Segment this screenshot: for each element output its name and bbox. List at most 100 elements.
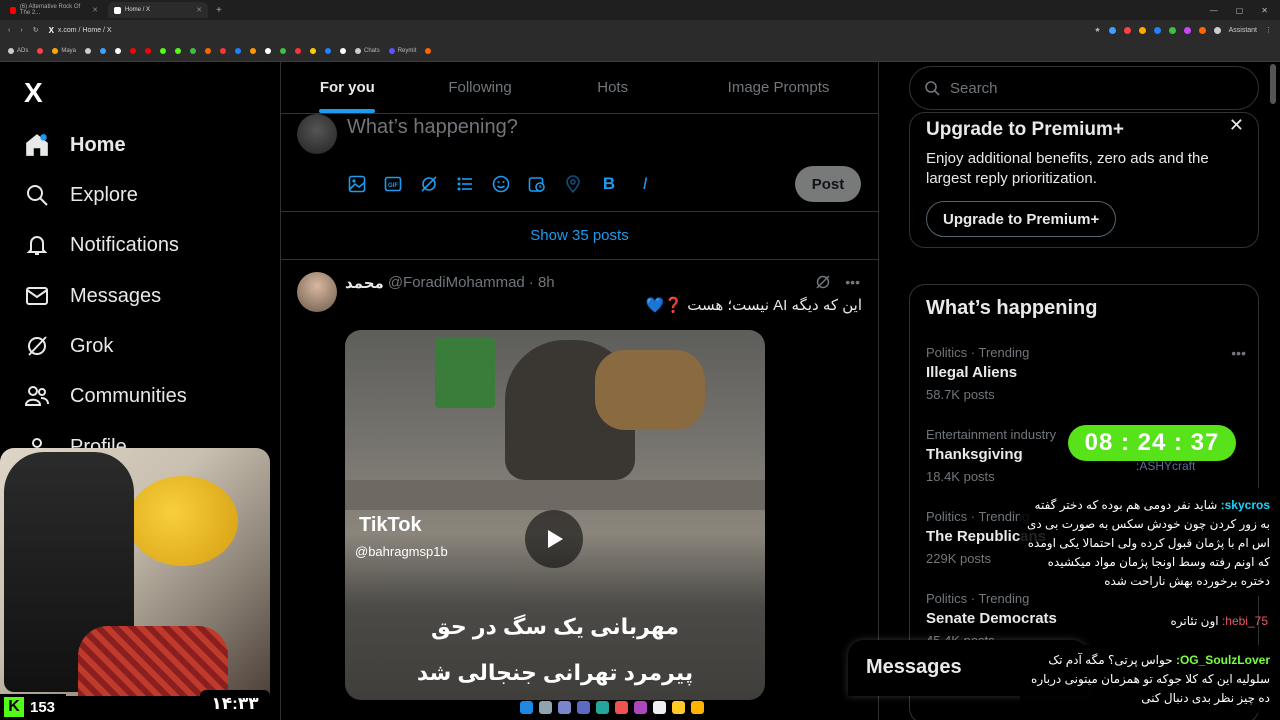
bookmark-item[interactable] — [250, 47, 257, 54]
bookmark-item[interactable] — [190, 47, 197, 54]
tab-following[interactable]: Following — [414, 62, 547, 113]
location-icon[interactable] — [563, 174, 583, 194]
close-tab-icon[interactable]: ✕ — [196, 6, 202, 14]
bookmark-item[interactable]: ADs — [8, 47, 28, 54]
extension-icon[interactable] — [1138, 26, 1146, 34]
assistant-button[interactable]: Assistant — [1229, 27, 1257, 34]
extension-icon[interactable] — [1108, 26, 1116, 34]
bookmark-item[interactable] — [295, 47, 302, 54]
taskbar-app-icon[interactable] — [634, 701, 647, 714]
more-options-icon[interactable]: ••• — [1231, 345, 1246, 361]
bookmark-item[interactable] — [205, 47, 212, 54]
tweet[interactable]: محمد @ForadiMohammad · 8h ••• این که دیگ… — [281, 260, 878, 720]
bookmark-item[interactable] — [325, 47, 332, 54]
bookmark-item[interactable] — [340, 47, 347, 54]
taskbar-app-icon[interactable] — [653, 701, 666, 714]
tweet-time[interactable]: · 8h — [529, 274, 555, 292]
page-scrollbar[interactable] — [1270, 64, 1276, 104]
bookmark-item[interactable] — [160, 47, 167, 54]
extension-icon[interactable] — [1168, 26, 1176, 34]
maximize-icon[interactable]: ▢ — [1236, 6, 1244, 15]
more-options-icon[interactable]: ••• — [845, 274, 860, 293]
bookmark-item[interactable] — [235, 47, 242, 54]
grok-icon[interactable] — [419, 174, 439, 194]
bookmark-favicon-icon — [388, 47, 395, 54]
folder-icon[interactable] — [691, 701, 704, 714]
taskbar-app-icon[interactable] — [596, 701, 609, 714]
close-icon[interactable]: ✕ — [1229, 115, 1244, 136]
upgrade-premium-button[interactable]: Upgrade to Premium+ — [926, 201, 1117, 237]
bookmark-item[interactable] — [130, 47, 137, 54]
new-tab-button[interactable]: + — [212, 5, 226, 16]
bookmark-star-icon[interactable]: ★ — [1094, 26, 1100, 34]
gif-icon[interactable]: GIF — [383, 174, 403, 194]
close-tab-icon[interactable]: ✕ — [92, 6, 98, 14]
minimize-icon[interactable]: — — [1210, 6, 1218, 15]
bookmark-item[interactable] — [175, 47, 182, 54]
emoji-icon[interactable] — [491, 174, 511, 194]
windows-start-icon[interactable] — [520, 701, 533, 714]
taskbar-app-icon[interactable] — [558, 701, 571, 714]
tweet-author-handle[interactable]: @ForadiMohammad — [388, 274, 525, 292]
tweet-video[interactable]: TikTok @bahragmsp1b مهربانی یک سگ در حق … — [345, 330, 765, 700]
taskbar-app-icon[interactable] — [539, 701, 552, 714]
taskbar-app-icon[interactable] — [577, 701, 590, 714]
bookmark-item[interactable] — [425, 47, 432, 54]
url-field[interactable]: X x.com / Home / X — [49, 26, 112, 35]
bookmark-item[interactable] — [85, 47, 92, 54]
bookmark-item[interactable]: Maya — [52, 47, 76, 54]
compose-input[interactable]: What’s happening? — [347, 116, 518, 139]
italic-icon[interactable]: I — [635, 174, 655, 194]
bookmark-item[interactable]: Reymit — [388, 47, 416, 54]
taskbar-app-icon[interactable] — [615, 701, 628, 714]
poll-icon[interactable] — [455, 174, 475, 194]
extension-icon[interactable] — [1183, 26, 1191, 34]
bookmark-label: Chats — [364, 47, 380, 54]
trend-item[interactable]: Politics · Trending Illegal Aliens 58.7K… — [926, 345, 1246, 402]
bookmark-item[interactable] — [265, 47, 272, 54]
menu-icon[interactable]: ⋮ — [1265, 26, 1272, 34]
avatar[interactable] — [297, 272, 337, 312]
tab-image-prompts[interactable]: Image Prompts — [679, 62, 878, 113]
extension-icon[interactable] — [1213, 26, 1221, 34]
extension-icon[interactable] — [1153, 26, 1161, 34]
browser-tab-youtube[interactable]: (6) Alternative Rock Of The 2... ✕ — [4, 2, 104, 18]
bookmark-item[interactable] — [145, 47, 152, 54]
extension-icon[interactable] — [1198, 26, 1206, 34]
nav-grok[interactable]: Grok — [24, 329, 113, 363]
bold-icon[interactable]: B — [599, 174, 619, 194]
tab-hots[interactable]: Hots — [546, 62, 679, 113]
browser-tab-x[interactable]: Home / X ✕ — [108, 2, 208, 18]
bookmark-item[interactable] — [220, 47, 227, 54]
close-window-icon[interactable]: ✕ — [1261, 6, 1268, 15]
nav-explore[interactable]: Explore — [24, 178, 138, 212]
bookmark-favicon-icon — [8, 47, 14, 54]
schedule-icon[interactable] — [527, 174, 547, 194]
bookmark-item[interactable]: Chats — [355, 47, 380, 54]
bookmark-favicon-icon — [52, 47, 59, 54]
avatar[interactable] — [297, 114, 337, 154]
play-button[interactable] — [525, 510, 583, 568]
taskbar-app-icon[interactable] — [672, 701, 685, 714]
nav-notifications[interactable]: Notifications — [24, 228, 179, 262]
bookmark-item[interactable] — [100, 47, 107, 54]
show-new-posts-button[interactable]: Show 35 posts — [281, 212, 878, 260]
nav-communities[interactable]: Communities — [24, 379, 187, 413]
bookmark-item[interactable] — [310, 47, 317, 54]
grok-icon[interactable] — [815, 274, 831, 293]
image-icon[interactable] — [347, 174, 367, 194]
x-logo-icon[interactable]: X — [24, 77, 43, 109]
back-icon[interactable]: ‹ — [8, 27, 10, 34]
nav-messages[interactable]: Messages — [24, 279, 161, 313]
reload-icon[interactable]: ↻ — [33, 26, 39, 34]
forward-icon[interactable]: › — [20, 27, 22, 34]
search-input[interactable]: Search — [909, 66, 1259, 110]
tab-for-you[interactable]: For you — [281, 62, 414, 113]
post-button[interactable]: Post — [795, 166, 861, 202]
tweet-author-name[interactable]: محمد — [345, 274, 384, 292]
nav-home[interactable]: Home — [24, 128, 126, 162]
bookmark-item[interactable] — [37, 47, 44, 54]
bookmark-item[interactable] — [280, 47, 287, 54]
bookmark-item[interactable] — [115, 47, 122, 54]
extension-icon[interactable] — [1123, 26, 1131, 34]
